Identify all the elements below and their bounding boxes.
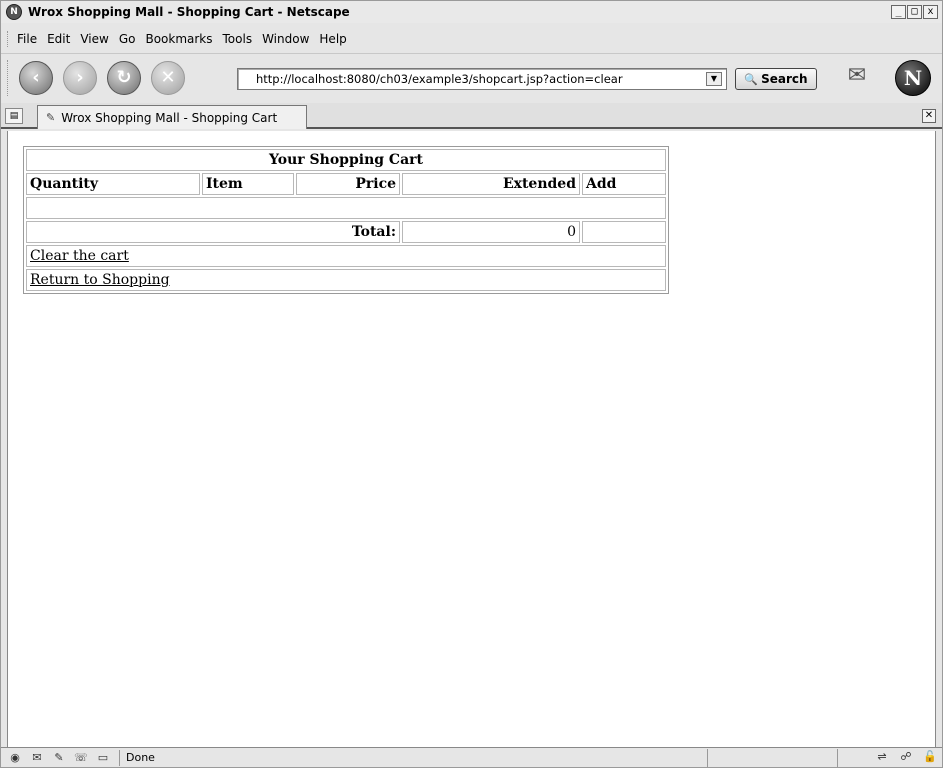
toolbar-grip[interactable] bbox=[7, 59, 11, 96]
reload-button[interactable]: ↻ bbox=[107, 60, 141, 95]
title-bar: N Wrox Shopping Mall - Shopping Cart - N… bbox=[1, 1, 942, 23]
close-window-button[interactable]: x bbox=[923, 5, 938, 19]
return-row: Return to Shopping bbox=[26, 269, 666, 291]
stop-button[interactable]: ✕ bbox=[151, 60, 185, 95]
header-extended: Extended bbox=[402, 173, 580, 195]
empty-cart-row bbox=[26, 197, 666, 219]
mail-icon[interactable]: ✉ bbox=[839, 60, 875, 92]
url-bar[interactable]: http://localhost:8080/ch03/example3/shop… bbox=[237, 68, 727, 90]
minimize-button[interactable]: _ bbox=[891, 5, 906, 19]
mail-status-icon[interactable]: ✉ bbox=[29, 751, 45, 765]
menubar-grip[interactable] bbox=[7, 31, 11, 47]
search-button-label: Search bbox=[761, 72, 808, 86]
status-separator bbox=[119, 749, 120, 766]
netscape-throbber-icon[interactable]: N bbox=[895, 60, 931, 96]
total-value: 0 bbox=[402, 221, 580, 243]
header-item: Item bbox=[202, 173, 294, 195]
menu-file[interactable]: File bbox=[17, 32, 37, 46]
reload-icon: ↻ bbox=[116, 67, 132, 88]
search-icon: 🔍 bbox=[744, 72, 759, 86]
total-add-cell bbox=[582, 221, 666, 243]
header-quantity: Quantity bbox=[26, 173, 200, 195]
forward-icon: › bbox=[76, 67, 84, 88]
header-add: Add bbox=[582, 173, 666, 195]
close-tab-icon[interactable]: ✕ bbox=[922, 109, 936, 123]
clear-cart-row: Clear the cart bbox=[26, 245, 666, 267]
menu-help[interactable]: Help bbox=[319, 32, 346, 46]
url-input[interactable]: http://localhost:8080/ch03/example3/shop… bbox=[238, 72, 706, 86]
page-icon: ✎ bbox=[46, 111, 56, 124]
chat-icon[interactable]: ☏ bbox=[73, 751, 89, 765]
menu-bookmarks[interactable]: Bookmarks bbox=[145, 32, 212, 46]
clear-cart-link[interactable]: Clear the cart bbox=[30, 248, 129, 264]
page-content: Your Shopping Cart Quantity Item Price E… bbox=[7, 131, 936, 747]
menu-view[interactable]: View bbox=[80, 32, 108, 46]
menu-edit[interactable]: Edit bbox=[47, 32, 70, 46]
online-status-icon[interactable]: ⇌ bbox=[874, 750, 890, 764]
stop-icon: ✕ bbox=[160, 67, 176, 88]
navigation-toolbar: ‹ › ↻ ✕ http://localhost:8080/ch03/examp… bbox=[1, 53, 942, 101]
address-book-icon[interactable]: ▭ bbox=[95, 751, 111, 765]
tab-label: Wrox Shopping Mall - Shopping Cart bbox=[61, 110, 278, 125]
header-price: Price bbox=[296, 173, 400, 195]
url-dropdown-icon[interactable]: ▼ bbox=[706, 72, 722, 86]
new-tab-icon[interactable]: ▤ bbox=[5, 108, 23, 124]
back-icon: ‹ bbox=[32, 67, 40, 88]
tab-shopping-cart[interactable]: ✎ Wrox Shopping Mall - Shopping Cart bbox=[37, 105, 307, 129]
maximize-button[interactable]: □ bbox=[907, 5, 922, 19]
composer-icon[interactable]: ✎ bbox=[51, 751, 67, 765]
cart-title: Your Shopping Cart bbox=[26, 149, 666, 171]
status-divider bbox=[707, 749, 708, 767]
search-button[interactable]: 🔍 Search bbox=[735, 68, 817, 90]
status-bar: ◉ ✉ ✎ ☏ ▭ Done ⇌ ☍ 🔓 bbox=[1, 747, 942, 767]
status-icons-right: ⇌ ☍ 🔓 bbox=[866, 750, 938, 764]
menu-tools[interactable]: Tools bbox=[223, 32, 253, 46]
window-title: Wrox Shopping Mall - Shopping Cart - Net… bbox=[28, 5, 350, 19]
security-lock-icon[interactable]: 🔓 bbox=[922, 750, 938, 764]
offline-icon[interactable]: ☍ bbox=[898, 750, 914, 764]
total-label: Total: bbox=[26, 221, 400, 243]
netscape-icon: N bbox=[6, 4, 22, 20]
navigator-icon[interactable]: ◉ bbox=[7, 751, 23, 765]
menu-window[interactable]: Window bbox=[262, 32, 309, 46]
status-divider-2 bbox=[837, 749, 838, 767]
shopping-cart-table: Your Shopping Cart Quantity Item Price E… bbox=[23, 146, 669, 294]
back-button[interactable]: ‹ bbox=[19, 60, 53, 95]
window-controls: _ □ x bbox=[891, 5, 938, 19]
menu-go[interactable]: Go bbox=[119, 32, 136, 46]
forward-button[interactable]: › bbox=[63, 60, 97, 95]
menu-bar: File Edit View Go Bookmarks Tools Window… bbox=[1, 27, 942, 51]
status-text: Done bbox=[126, 751, 155, 764]
tab-strip: ▤ ✎ Wrox Shopping Mall - Shopping Cart ✕ bbox=[1, 103, 942, 129]
return-to-shopping-link[interactable]: Return to Shopping bbox=[30, 272, 170, 288]
browser-window: N Wrox Shopping Mall - Shopping Cart - N… bbox=[0, 0, 943, 768]
